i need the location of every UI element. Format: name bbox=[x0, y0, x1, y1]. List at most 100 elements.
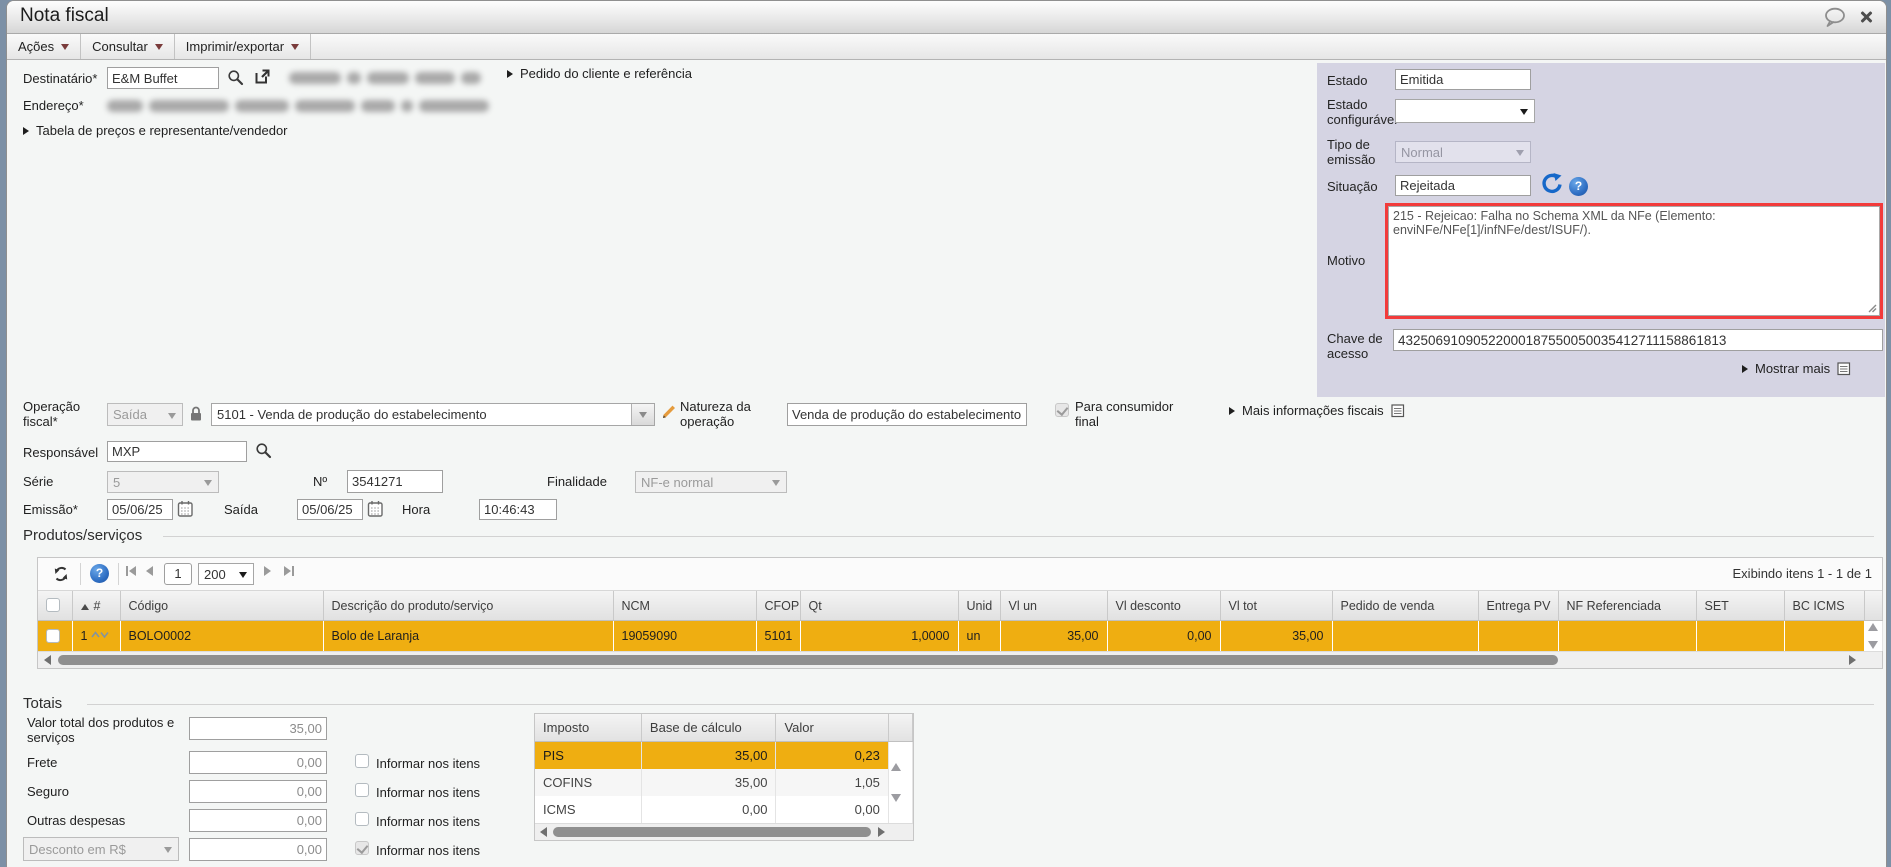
vertical-scrollbar[interactable] bbox=[888, 794, 914, 823]
table-row[interactable]: ICMS 0,00 0,00 bbox=[535, 794, 914, 823]
scroll-up-icon[interactable] bbox=[890, 748, 901, 771]
external-link-icon[interactable] bbox=[253, 67, 272, 86]
seguro-input[interactable] bbox=[189, 780, 327, 803]
select-all-header[interactable] bbox=[38, 591, 73, 621]
numero-input[interactable] bbox=[347, 470, 443, 493]
search-icon[interactable] bbox=[255, 442, 272, 459]
col-header-qt[interactable]: Qt bbox=[800, 591, 959, 621]
page-size-select[interactable]: 200 bbox=[198, 563, 254, 585]
scrollbar-thumb[interactable] bbox=[58, 655, 1558, 665]
menu-imprimir-exportar[interactable]: Imprimir/exportar bbox=[175, 34, 312, 59]
col-header-unid[interactable]: Unid bbox=[958, 591, 1001, 621]
natureza-operacao-input[interactable] bbox=[787, 403, 1027, 426]
row-select-cell[interactable] bbox=[38, 620, 73, 651]
link-pedido-cliente[interactable]: Pedido do cliente e referência bbox=[507, 66, 692, 81]
help-icon[interactable]: ? bbox=[1569, 177, 1588, 196]
triangle-right-icon bbox=[507, 69, 513, 78]
link-mais-informacoes-fiscais[interactable]: Mais informações fiscais bbox=[1229, 403, 1405, 418]
valor-total-input[interactable] bbox=[189, 717, 327, 740]
frete-informar-checkbox[interactable] bbox=[355, 754, 369, 768]
estado-input[interactable] bbox=[1395, 69, 1531, 90]
col-header-pedido-venda[interactable]: Pedido de venda bbox=[1332, 591, 1479, 621]
saida-input[interactable] bbox=[297, 499, 363, 520]
scroll-right-icon[interactable] bbox=[1849, 655, 1856, 665]
calendar-icon[interactable] bbox=[367, 500, 384, 518]
estado-label: Estado bbox=[1327, 73, 1368, 88]
col-header-cfop[interactable]: CFOP bbox=[756, 591, 801, 621]
col-header-codigo[interactable]: Código bbox=[120, 591, 324, 621]
page-number-input[interactable]: 1 bbox=[164, 563, 192, 585]
row-checkbox[interactable] bbox=[46, 628, 60, 643]
frete-input[interactable] bbox=[189, 751, 327, 774]
outras-despesas-input[interactable] bbox=[189, 809, 327, 832]
desconto-select[interactable]: Desconto em R$ bbox=[23, 837, 179, 861]
col-header-descricao[interactable]: Descrição do produto/serviço bbox=[323, 591, 614, 621]
horizontal-scrollbar[interactable] bbox=[38, 651, 1882, 668]
first-page-button[interactable] bbox=[126, 566, 136, 576]
vertical-scrollbar[interactable] bbox=[1864, 620, 1883, 651]
desconto-input[interactable] bbox=[189, 838, 327, 861]
horizontal-scrollbar[interactable] bbox=[535, 823, 913, 840]
estado-configuravel-select[interactable] bbox=[1395, 99, 1535, 123]
col-header-bc-icms[interactable]: BC ICMS bbox=[1784, 591, 1865, 621]
row-reorder-icons[interactable] bbox=[91, 630, 109, 639]
grid-refresh-icon[interactable] bbox=[52, 565, 70, 583]
calendar-icon[interactable] bbox=[177, 500, 194, 518]
col-header-nf-referenciada[interactable]: NF Referenciada bbox=[1558, 591, 1697, 621]
col-header-entrega-pv[interactable]: Entrega PV bbox=[1478, 591, 1559, 621]
consumidor-final-checkbox[interactable] bbox=[1055, 403, 1069, 417]
seguro-informar-checkbox[interactable] bbox=[355, 783, 369, 797]
help-icon[interactable]: ? bbox=[90, 564, 109, 583]
operacao-tipo-select[interactable]: Saída bbox=[107, 403, 183, 426]
serie-select[interactable]: 5 bbox=[107, 471, 219, 493]
select-all-checkbox[interactable] bbox=[46, 598, 60, 612]
link-tabela-precos[interactable]: Tabela de preços e representante/vendedo… bbox=[23, 123, 288, 138]
outras-despesas-informar-checkbox[interactable] bbox=[355, 812, 369, 826]
col-header-valor[interactable]: Valor bbox=[775, 714, 889, 742]
col-header-imposto[interactable]: Imposto bbox=[535, 714, 642, 742]
scroll-left-icon[interactable] bbox=[44, 655, 51, 665]
scrollbar-thumb[interactable] bbox=[553, 827, 871, 837]
desconto-informar-checkbox[interactable] bbox=[355, 841, 369, 855]
scroll-right-icon[interactable] bbox=[878, 827, 885, 837]
col-header-vlun[interactable]: Vl un bbox=[1000, 591, 1108, 621]
next-page-button[interactable] bbox=[264, 566, 271, 576]
menu-acoes[interactable]: Ações bbox=[7, 34, 82, 59]
cfop-combobox[interactable]: 5101 - Venda de produção do estabelecime… bbox=[211, 403, 655, 426]
chat-bubble-icon[interactable] bbox=[1823, 7, 1849, 28]
close-icon[interactable] bbox=[1858, 9, 1874, 25]
motivo-textarea[interactable]: 215 - Rejeicao: Falha no Schema XML da N… bbox=[1388, 206, 1880, 316]
menu-consultar[interactable]: Consultar bbox=[81, 34, 175, 59]
col-header-num[interactable]: # bbox=[72, 591, 121, 621]
combo-dropdown-button[interactable] bbox=[631, 404, 654, 425]
col-header-base-calculo[interactable]: Base de cálculo bbox=[641, 714, 777, 742]
table-row[interactable]: PIS 35,00 0,23 bbox=[535, 741, 914, 771]
col-header-set[interactable]: SET bbox=[1696, 591, 1785, 621]
prev-page-button[interactable] bbox=[146, 566, 153, 576]
last-page-button[interactable] bbox=[284, 566, 294, 576]
destinatario-input[interactable] bbox=[107, 67, 219, 89]
tipo-emissao-select[interactable]: Normal bbox=[1395, 141, 1531, 163]
scroll-left-icon[interactable] bbox=[540, 827, 547, 837]
col-header-vldesconto[interactable]: Vl desconto bbox=[1107, 591, 1221, 621]
finalidade-select[interactable]: NF-e normal bbox=[635, 471, 787, 493]
chave-acesso-input[interactable] bbox=[1393, 329, 1883, 351]
scroll-down-icon[interactable] bbox=[1868, 641, 1878, 649]
grid-status: Exibindo itens 1 - 1 de 1 bbox=[1732, 566, 1872, 581]
scroll-down-icon[interactable] bbox=[890, 794, 901, 817]
resize-handle[interactable] bbox=[1868, 304, 1877, 313]
emissao-input[interactable] bbox=[107, 499, 173, 520]
vertical-scrollbar[interactable] bbox=[888, 741, 914, 771]
col-header-vltot[interactable]: Vl tot bbox=[1220, 591, 1333, 621]
table-row[interactable]: COFINS 35,00 1,05 bbox=[535, 769, 914, 796]
refresh-icon[interactable] bbox=[1539, 171, 1563, 195]
pencil-icon[interactable] bbox=[661, 403, 677, 420]
responsavel-input[interactable] bbox=[107, 441, 247, 462]
search-icon[interactable] bbox=[227, 69, 244, 86]
scroll-up-icon[interactable] bbox=[1868, 623, 1878, 631]
link-mostrar-mais[interactable]: Mostrar mais bbox=[1742, 361, 1851, 376]
table-row[interactable]: 1 BOLO0002 Bolo de Laranja 19059090 5101… bbox=[38, 620, 1883, 651]
situacao-input[interactable] bbox=[1395, 175, 1531, 196]
col-header-ncm[interactable]: NCM bbox=[613, 591, 757, 621]
hora-input[interactable] bbox=[479, 499, 557, 520]
